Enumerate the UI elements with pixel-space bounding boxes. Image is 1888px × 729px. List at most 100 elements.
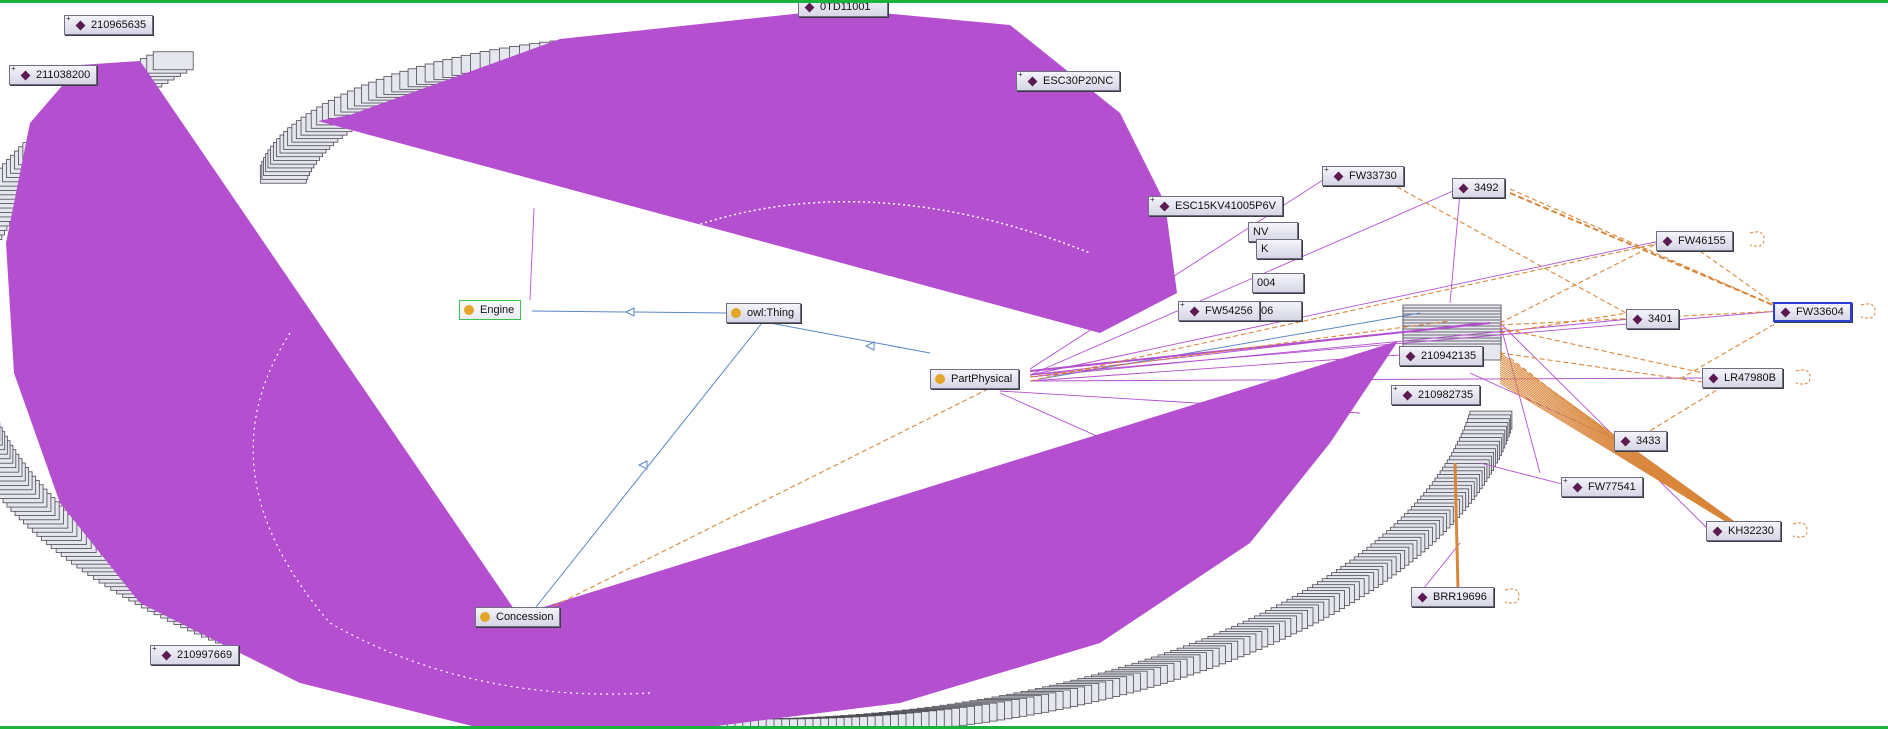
individual-label: FW33730 — [1349, 170, 1397, 182]
individual-icon — [75, 20, 86, 30]
individual-label: BRR19696 — [1433, 591, 1487, 603]
individual-node-210942135[interactable]: 210942135 — [1399, 346, 1484, 366]
individual-label: FW77541 — [1588, 481, 1636, 493]
expand-icon[interactable]: + — [1018, 71, 1023, 79]
individual-node-esc30p20nc[interactable]: + ESC30P20NC — [1016, 71, 1121, 91]
class-node-concession[interactable]: Concession — [475, 607, 561, 627]
self-loop-edge-1 — [1860, 303, 1876, 319]
object-property-edge-6 — [1499, 312, 1629, 334]
class-icon — [464, 305, 474, 315]
individual-node-210997669[interactable]: + 210997669 — [150, 645, 240, 665]
individual-label: ESC30P20NC — [1043, 75, 1114, 87]
individual-node-lr47980b[interactable]: LR47980B — [1702, 368, 1783, 388]
class-label: owl:Thing — [747, 307, 795, 319]
individual-node-3401[interactable]: 3401 — [1626, 309, 1680, 329]
expand-icon[interactable]: + — [1180, 301, 1185, 309]
individual-icon — [1662, 236, 1673, 246]
subclass-edge-1 — [769, 322, 931, 354]
individual-node-fw33604-selected[interactable]: FW33604 — [1773, 302, 1852, 322]
individual-icon — [1159, 201, 1170, 211]
individual-label: 06 — [1261, 305, 1274, 317]
class-label: Concession — [496, 611, 554, 623]
individual-label: 210997669 — [177, 649, 233, 661]
individual-label: 3401 — [1648, 313, 1673, 325]
individual-label: LR47980B — [1724, 372, 1776, 384]
individual-node-top-clipped[interactable]: 0TD11001 — [798, 3, 888, 17]
individual-node-fw46155[interactable]: FW46155 — [1656, 231, 1733, 251]
class-icon — [935, 374, 945, 384]
subclass-arrowhead-1 — [864, 341, 875, 351]
self-loop-edge-0 — [1749, 231, 1765, 247]
individual-label: 3492 — [1474, 182, 1499, 194]
subclass-arrowhead-0 — [624, 307, 635, 317]
graph-edges-layer — [0, 9, 1888, 726]
class-node-engine[interactable]: Engine — [459, 300, 522, 320]
individual-label: 210942135 — [1421, 350, 1477, 362]
individual-node-kh32230[interactable]: KH32230 — [1706, 521, 1781, 541]
individual-label: 004 — [1257, 277, 1276, 289]
individual-node-210982735[interactable]: + 210982735 — [1391, 385, 1481, 405]
individual-label: FW54256 — [1205, 305, 1253, 317]
expand-icon[interactable]: + — [11, 65, 16, 73]
individual-edge-12 — [1419, 542, 1461, 594]
individual-icon — [1632, 314, 1643, 324]
individual-label: 210965635 — [91, 19, 147, 31]
expand-icon[interactable]: + — [1150, 196, 1155, 204]
individual-node-brr19696[interactable]: BRR19696 — [1411, 587, 1494, 607]
individual-edge-13 — [1479, 462, 1567, 486]
individual-icon — [804, 3, 815, 12]
class-label: Engine — [480, 304, 515, 316]
expand-icon[interactable]: + — [1563, 477, 1568, 485]
individual-node-partial-06[interactable]: 06 — [1256, 301, 1302, 321]
individual-node-partial-k[interactable]: K — [1256, 239, 1302, 259]
individual-node-3433[interactable]: 3433 — [1614, 431, 1668, 451]
class-node-part-physical[interactable]: PartPhysical — [930, 369, 1020, 389]
individual-icon — [1572, 482, 1583, 492]
individual-icon — [1780, 307, 1791, 317]
individual-label: K — [1261, 243, 1269, 255]
individual-icon — [1712, 526, 1723, 536]
individual-label: FW33604 — [1796, 306, 1844, 318]
individual-icon — [1402, 390, 1413, 400]
individual-label: 3433 — [1636, 435, 1661, 447]
individual-icon — [1417, 592, 1428, 602]
class-node-owl-thing[interactable]: owl:Thing — [726, 303, 802, 323]
object-property-edge-2 — [1389, 182, 1627, 314]
self-loop-edge-3 — [1792, 522, 1808, 538]
individual-node-fw33730[interactable]: + FW33730 — [1322, 166, 1404, 186]
individual-node-fw54256[interactable]: + FW54256 — [1178, 301, 1260, 321]
individual-node-fw77541[interactable]: + FW77541 — [1561, 477, 1643, 497]
individual-edge-fan-top — [318, 9, 1177, 333]
individual-icon — [20, 70, 31, 80]
individual-node-esc15kv41005p6v[interactable]: + ESC15KV41005P6V — [1148, 196, 1283, 216]
individual-icon — [1189, 306, 1200, 316]
individual-icon — [1027, 76, 1038, 86]
self-loop-edge-2 — [1795, 369, 1811, 385]
individual-label: 210982735 — [1418, 389, 1474, 401]
individual-label: FW46155 — [1678, 235, 1726, 247]
individual-icon — [1458, 183, 1469, 193]
class-label: PartPhysical — [951, 373, 1013, 385]
individual-edge-engine — [529, 207, 535, 301]
individual-node-3492[interactable]: 3492 — [1452, 178, 1506, 198]
expand-icon[interactable]: + — [66, 15, 71, 23]
individual-label: KH32230 — [1728, 525, 1774, 537]
individual-node-partial-004[interactable]: 004 — [1252, 273, 1304, 293]
object-property-edge-7 — [1509, 188, 1781, 309]
individual-edge-10 — [1499, 322, 1711, 532]
individual-node-211038200[interactable]: + 211038200 — [9, 65, 98, 85]
individual-icon — [1620, 436, 1631, 446]
expand-icon[interactable]: + — [1393, 385, 1398, 393]
expand-icon[interactable]: + — [1324, 166, 1329, 174]
individual-edge-8 — [1449, 192, 1461, 304]
individual-icon — [161, 650, 172, 660]
subclass-arrowhead-2 — [637, 460, 648, 470]
individual-icon — [1405, 351, 1416, 361]
class-icon — [731, 308, 741, 318]
stacked-node-card-left — [152, 51, 194, 71]
expand-icon[interactable]: + — [152, 645, 157, 653]
individual-label: ESC15KV41005P6V — [1175, 200, 1276, 212]
individual-icon — [1333, 171, 1344, 181]
individual-node-210965635[interactable]: + 210965635 — [64, 15, 154, 35]
ontology-graph-viewport[interactable]: owl:Thing Engine PartPhysical Concession… — [0, 0, 1888, 729]
